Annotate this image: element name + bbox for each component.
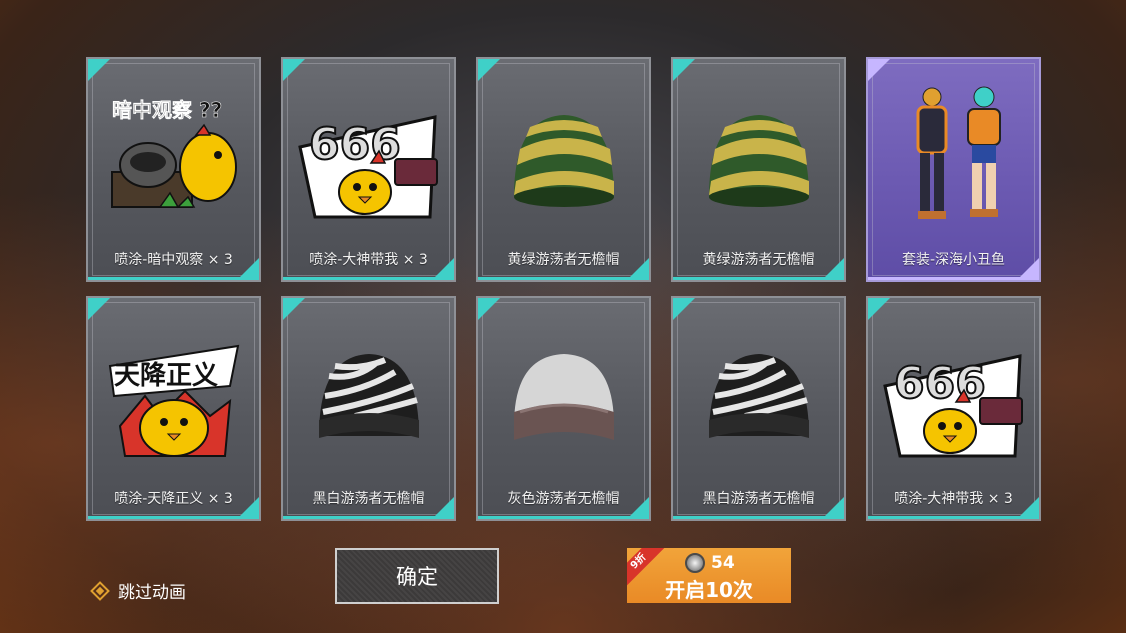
reward-name: 套装-深海小丑鱼 xyxy=(901,252,1006,268)
spray-666-chicken-icon: 666 xyxy=(883,354,1023,458)
rarity-line xyxy=(478,277,649,280)
rarity-line xyxy=(673,516,844,519)
open-ten-button[interactable]: 9折 54 开启10次 xyxy=(627,548,791,603)
beanie-yellow-green-icon xyxy=(514,115,614,207)
reward-card[interactable]: 暗中观察 ?? 喷涂-暗中观察 × 3 xyxy=(86,57,261,282)
reward-name: 黄绿游荡者无檐帽 xyxy=(702,252,815,268)
reward-card[interactable]: 天降正义 喷涂-天降正义 × 3 xyxy=(86,296,261,521)
beanie-grey-icon xyxy=(514,354,614,440)
reward-name: 灰色游荡者无檐帽 xyxy=(507,491,620,507)
spray-justice-chicken-icon: 天降正义 xyxy=(108,344,240,457)
diamond-icon xyxy=(90,580,110,601)
reward-card[interactable]: 套装-深海小丑鱼 xyxy=(866,57,1041,282)
open-ten-label: 开启10次 xyxy=(665,578,753,602)
price-display: 54 xyxy=(685,553,735,573)
reward-name: 黄绿游荡者无檐帽 xyxy=(507,252,620,268)
rarity-line xyxy=(88,516,259,519)
spray-666-chicken-icon: 666 xyxy=(298,115,438,219)
rarity-line xyxy=(283,516,454,519)
reward-name: 喷涂-暗中观察 × 3 xyxy=(114,252,233,268)
reward-card[interactable]: 黑白游荡者无檐帽 xyxy=(281,296,456,521)
price-value: 54 xyxy=(711,553,735,573)
rarity-line xyxy=(868,516,1039,519)
rarity-line xyxy=(88,277,259,280)
reward-card[interactable]: 黄绿游荡者无檐帽 xyxy=(671,57,846,282)
reward-card[interactable]: 黄绿游荡者无檐帽 xyxy=(476,57,651,282)
reward-card[interactable]: 666 喷涂-大神带我 × 3 xyxy=(866,296,1041,521)
spray-hidden-chicken-icon: 暗中观察 ?? xyxy=(111,98,237,209)
spray-text: 666 xyxy=(894,358,986,409)
spray-text: 666 xyxy=(309,119,401,170)
reward-name: 喷涂-大神带我 × 3 xyxy=(894,491,1013,507)
rarity-line xyxy=(283,277,454,280)
skip-animation-label: 跳过动画 xyxy=(118,583,186,603)
spray-text: 暗中观察 ?? xyxy=(112,98,222,122)
reward-card[interactable]: 黑白游荡者无檐帽 xyxy=(671,296,846,521)
confirm-button[interactable]: 确定 xyxy=(335,548,499,604)
skip-animation-toggle[interactable]: 跳过动画 xyxy=(90,578,186,603)
reward-name: 喷涂-天降正义 × 3 xyxy=(114,491,233,507)
reward-card[interactable]: 666 喷涂-大神带我 × 3 xyxy=(281,57,456,282)
beanie-yellow-green-icon xyxy=(709,115,809,207)
beanie-black-white-icon xyxy=(709,354,809,438)
coin-icon xyxy=(685,553,705,573)
spray-text: 天降正义 xyxy=(114,361,218,391)
rarity-line xyxy=(478,516,649,519)
reward-name: 黑白游荡者无檐帽 xyxy=(702,491,815,507)
rarity-line xyxy=(868,277,1039,280)
beanie-black-white-icon xyxy=(319,354,419,438)
reward-name: 喷涂-大神带我 × 3 xyxy=(309,252,428,268)
confirm-label: 确定 xyxy=(396,565,438,589)
reward-card[interactable]: 灰色游荡者无檐帽 xyxy=(476,296,651,521)
reward-grid: 暗中观察 ?? 喷涂-暗中观察 × 3 666 喷涂-大神带我 × 3 黄绿游荡… xyxy=(86,57,1041,521)
outfit-clownfish-icon xyxy=(916,86,1001,219)
rarity-line xyxy=(673,277,844,280)
reward-name: 黑白游荡者无檐帽 xyxy=(312,491,425,507)
